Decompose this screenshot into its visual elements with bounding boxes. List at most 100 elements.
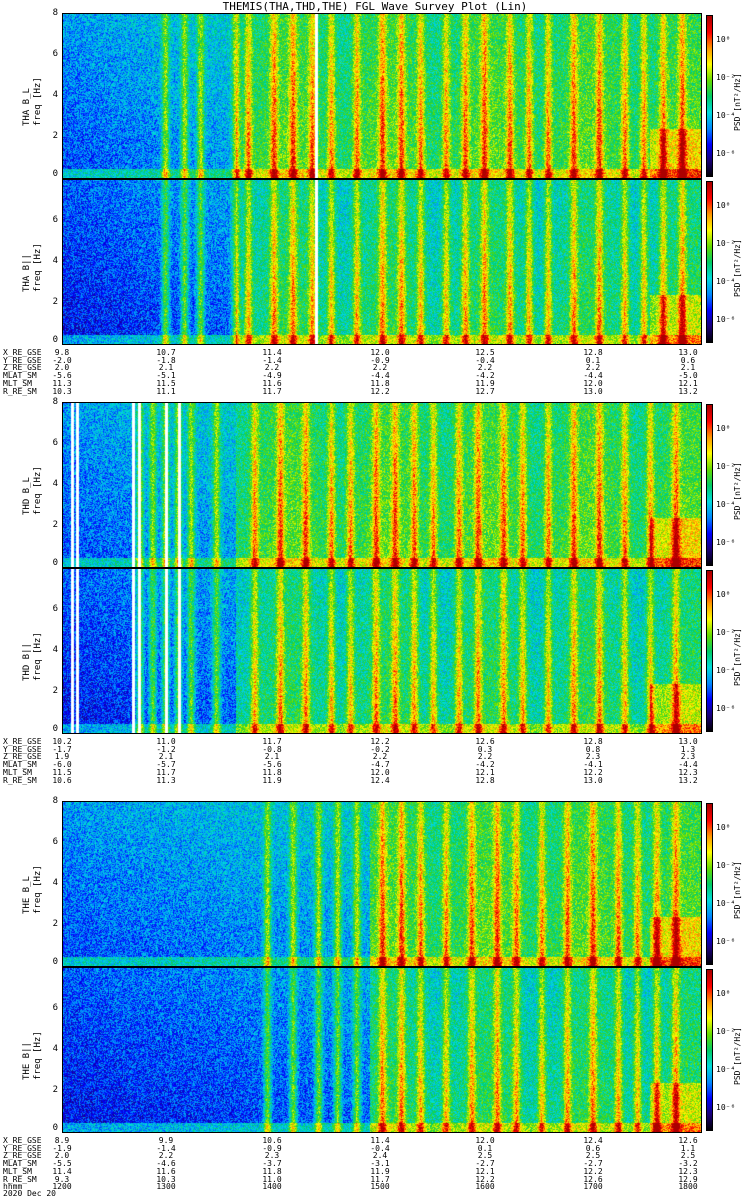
y-tick-label: 4 [52,256,58,266]
y-tick-label: 0 [52,724,58,734]
colorbar-label: PSD [nT²/Hz] [733,628,742,686]
colorbar-label: PSD [nT²/Hz] [733,1027,742,1085]
colorbar-gradient [707,571,712,731]
spectrogram-the-bl [62,801,702,967]
colorbar [706,404,713,566]
y-axis-label: THD B|| [22,643,32,681]
colorbar-tick-label: 10⁻⁶ [716,704,736,713]
y-tick-label: 4 [52,1044,58,1054]
y-axis-label: THD B_L [22,477,32,515]
orbit-value: 1700 [583,1182,603,1192]
colorbar-tick-label: 10⁻⁶ [716,315,736,324]
y-axis-label: freq [Hz] [33,632,43,681]
colorbar-label: PSD [nT²/Hz] [733,73,742,131]
spectrogram-the-bpar [62,967,702,1133]
colorbar-gradient [707,970,712,1130]
y-tick-label: 4 [52,479,58,489]
y-tick-label: 2 [52,520,58,530]
orbit-value: 12.2 [370,386,390,396]
y-axis-label: THE B_L [22,876,32,914]
colorbar-tick-label: 10⁰ [716,989,731,998]
colorbar-label: PSD [nT²/Hz] [733,462,742,520]
y-tick-label: 6 [52,837,58,847]
y-axis-label: freq [Hz] [33,1031,43,1080]
plot-title: THEMIS(THA,THD,THE) FGL Wave Survey Plot… [222,0,528,13]
orbit-value: 13.0 [583,775,603,785]
orbit-value: 10.6 [52,775,72,785]
y-axis-label: freq [Hz] [33,466,43,515]
colorbar-tick-label: 10⁰ [716,35,731,44]
orbit-value: 11.9 [262,775,282,785]
y-tick-label: 6 [52,49,58,59]
y-tick-label: 6 [52,604,58,614]
colorbar-gradient [707,405,712,565]
y-axis-label: freq [Hz] [33,77,43,126]
y-tick-label: 2 [52,1085,58,1095]
orbit-value: 12.7 [475,386,495,396]
y-tick-label: 2 [52,686,58,696]
orbit-value: 13.0 [583,386,603,396]
colorbar-gradient [707,16,712,176]
spectrogram-canvas [63,403,701,567]
y-tick-label: 0 [52,957,58,967]
orbit-value: 12.4 [370,775,390,785]
orbit-value: 1800 [678,1182,698,1192]
y-tick-label: 2 [52,919,58,929]
y-tick-label: 4 [52,878,58,888]
y-tick-label: 0 [52,335,58,345]
spectrogram-canvas [63,968,701,1132]
colorbar-tick-label: 10⁰ [716,201,731,210]
colorbar [706,181,713,343]
y-tick-label: 8 [52,397,58,407]
spectrogram-thd-bpar [62,568,702,734]
colorbar-gradient [707,182,712,342]
colorbar [706,15,713,177]
orbit-value: 12.8 [475,775,495,785]
y-tick-label: 4 [52,90,58,100]
spectrogram-canvas [63,14,701,178]
colorbar-tick-label: 10⁰ [716,424,731,433]
orbit-value: 1400 [262,1182,282,1192]
orbit-value: 13.2 [678,775,698,785]
y-tick-label: 6 [52,215,58,225]
y-tick-label: 0 [52,1123,58,1133]
y-tick-label: 4 [52,645,58,655]
colorbar [706,969,713,1131]
y-tick-label: 0 [52,558,58,568]
spectrogram-thd-bl [62,402,702,568]
orbit-value: 1600 [475,1182,495,1192]
y-tick-label: 2 [52,297,58,307]
orbit-value: 1300 [156,1182,176,1192]
colorbar-tick-label: 10⁰ [716,590,731,599]
spectrogram-canvas [63,569,701,733]
spectrogram-canvas [63,802,701,966]
y-tick-label: 2 [52,131,58,141]
colorbar-tick-label: 10⁰ [716,823,731,832]
y-tick-label: 8 [52,796,58,806]
colorbar-tick-label: 10⁻⁶ [716,937,736,946]
orbit-row-label: R_RE_SM [3,775,37,785]
colorbar-label: PSD [nT²/Hz] [733,861,742,919]
colorbar [706,570,713,732]
y-tick-label: 6 [52,438,58,448]
spectrogram-tha-bpar [62,179,702,345]
orbit-value: 10.3 [52,386,72,396]
spectrogram-tha-bl [62,13,702,179]
orbit-value: 11.7 [262,386,282,396]
orbit-value: 13.2 [678,386,698,396]
y-axis-label: THE B|| [22,1042,32,1080]
y-axis-label: THA B|| [22,254,32,292]
y-tick-label: 8 [52,8,58,18]
colorbar-tick-label: 10⁻⁶ [716,538,736,547]
colorbar-tick-label: 10⁻⁶ [716,1103,736,1112]
orbit-row-label: R_RE_SM [3,386,37,396]
orbit-value: 11.1 [156,386,176,396]
colorbar-gradient [707,804,712,964]
spectrogram-canvas [63,180,701,344]
footer-date: 2020 Dec 20 [3,1189,56,1198]
y-axis-label: THA B_L [22,88,32,126]
y-tick-label: 0 [52,169,58,179]
orbit-value: 11.3 [156,775,176,785]
y-axis-label: freq [Hz] [33,865,43,914]
colorbar-label: PSD [nT²/Hz] [733,239,742,297]
